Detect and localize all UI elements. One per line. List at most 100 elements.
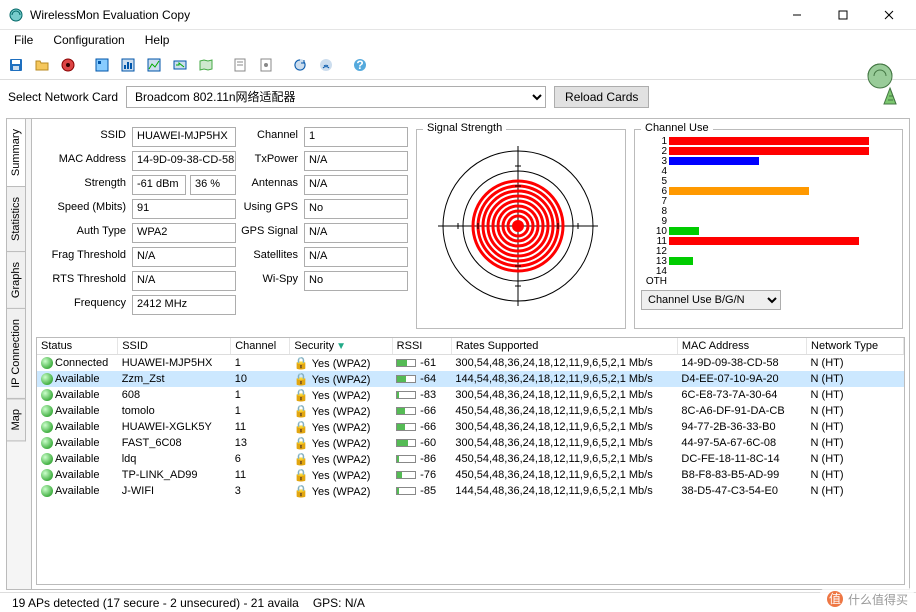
titlebar: WirelessMon Evaluation Copy [0,0,916,30]
summary-icon[interactable] [90,53,114,77]
table-cell: -64 [392,371,451,387]
ap-list-table[interactable]: StatusSSIDChannelSecurity▼RSSIRates Supp… [36,337,905,585]
connection-info: SSID HUAWEI-MJP5HX Channel 1 MAC Address… [38,123,408,333]
table-cell: 44-97-5A-67-6C-08 [677,435,806,451]
sat-value: N/A [304,247,408,267]
record-icon[interactable] [56,53,80,77]
table-row[interactable]: AvailableZzm_Zst10🔒 Yes (WPA2)-64144,54,… [37,371,904,387]
table-cell: N (HT) [807,467,904,483]
table-row[interactable]: AvailableTP-LINK_AD9911🔒 Yes (WPA2)-7645… [37,467,904,483]
svg-text:值: 值 [829,591,841,606]
tab-graphs[interactable]: Graphs [7,251,26,309]
tab-map[interactable]: Map [7,398,26,441]
channel-bar-row: 8 [641,206,896,216]
graph-icon[interactable] [142,53,166,77]
save-icon[interactable] [4,53,28,77]
table-row[interactable]: Available6081🔒 Yes (WPA2)-83300,54,48,36… [37,387,904,403]
table-cell: -60 [392,435,451,451]
table-cell: 450,54,48,36,24,18,12,11,9,6,5,2,1 Mb/s [451,403,677,419]
rssi-bar-icon [396,423,416,431]
column-header[interactable]: Security▼ [290,338,392,355]
table-cell: 300,54,48,36,24,18,12,11,9,6,5,2,1 Mb/s [451,435,677,451]
channel-use-group: Channel Use 1234567891011121314OTH Chann… [634,129,903,329]
tab-ip-connection[interactable]: IP Connection [7,308,26,399]
menu-file[interactable]: File [4,31,43,49]
lock-icon: 🔒 [294,372,309,386]
menubar: File Configuration Help [0,30,916,50]
channel-value: 1 [304,127,408,147]
options-icon[interactable] [254,53,278,77]
table-cell: -85 [392,483,451,499]
column-header[interactable]: SSID [118,338,231,355]
ip-icon[interactable] [168,53,192,77]
table-cell: N (HT) [807,355,904,372]
table-cell: 144,54,48,36,24,18,12,11,9,6,5,2,1 Mb/s [451,483,677,499]
maximize-button[interactable] [820,0,866,30]
table-cell: N (HT) [807,403,904,419]
menu-configuration[interactable]: Configuration [43,31,134,49]
column-header[interactable]: MAC Address [677,338,806,355]
table-cell: Available [37,371,118,387]
tab-statistics[interactable]: Statistics [7,186,26,252]
txpower-value: N/A [304,151,408,171]
signal-strength-group: Signal Strength [416,129,626,329]
table-row[interactable]: AvailableJ-WIFI3🔒 Yes (WPA2)-85144,54,48… [37,483,904,499]
table-cell: Available [37,419,118,435]
table-cell: Available [37,435,118,451]
gps-value: No [304,199,408,219]
network-card-select[interactable]: Broadcom 802.11n网络适配器 [126,86,546,108]
channel-use-select[interactable]: Channel Use B/G/N [641,290,781,310]
column-header[interactable]: Network Type [807,338,904,355]
table-cell: -86 [392,451,451,467]
log-icon[interactable] [228,53,252,77]
status-dot-icon [41,453,53,465]
summary-panel: SSID HUAWEI-MJP5HX Channel 1 MAC Address… [31,119,909,589]
channel-bar [669,147,869,155]
table-row[interactable]: AvailableFAST_6C0813🔒 Yes (WPA2)-60300,5… [37,435,904,451]
menu-help[interactable]: Help [135,31,180,49]
status-dot-icon [41,389,53,401]
refresh-icon[interactable] [288,53,312,77]
stats-icon[interactable] [116,53,140,77]
connect-icon[interactable] [314,53,338,77]
help-icon[interactable]: ? [348,53,372,77]
channel-bar-row: 13 [641,256,896,266]
table-cell: 🔒 Yes (WPA2) [290,419,392,435]
table-cell: 144,54,48,36,24,18,12,11,9,6,5,2,1 Mb/s [451,371,677,387]
table-cell: Available [37,467,118,483]
table-cell: 🔒 Yes (WPA2) [290,451,392,467]
lock-icon: 🔒 [294,436,309,450]
network-card-row: Select Network Card Broadcom 802.11n网络适配… [0,80,916,114]
status-dot-icon [41,421,53,433]
side-tabs: Summary Statistics Graphs IP Connection … [7,119,31,589]
table-cell: HUAWEI-MJP5HX [118,355,231,372]
open-icon[interactable] [30,53,54,77]
status-dot-icon [41,405,53,417]
minimize-button[interactable] [774,0,820,30]
table-row[interactable]: ConnectedHUAWEI-MJP5HX1🔒 Yes (WPA2)-6130… [37,355,904,372]
channel-bar-row: 11 [641,236,896,246]
table-row[interactable]: Availabletomolo1🔒 Yes (WPA2)-66450,54,48… [37,403,904,419]
channel-use-chart: 1234567891011121314OTH [641,136,896,286]
column-header[interactable]: RSSI [392,338,451,355]
app-logo-icon [860,58,908,106]
channel-bar-row: 1 [641,136,896,146]
column-header[interactable]: Status [37,338,118,355]
channel-bar-row: 7 [641,196,896,206]
tab-summary[interactable]: Summary [7,118,26,187]
wispy-label: Wi-Spy [240,271,300,291]
channel-bar [669,257,693,265]
reload-cards-button[interactable]: Reload Cards [554,86,649,108]
table-row[interactable]: AvailableHUAWEI-XGLK5Y11🔒 Yes (WPA2)-663… [37,419,904,435]
status-bar: 19 APs detected (17 secure - 2 unsecured… [0,592,916,612]
map-icon[interactable] [194,53,218,77]
lock-icon: 🔒 [294,452,309,466]
close-button[interactable] [866,0,912,30]
table-cell: 94-77-2B-36-33-B0 [677,419,806,435]
channel-label: OTH [641,276,669,287]
table-row[interactable]: Availableldq6🔒 Yes (WPA2)-86450,54,48,36… [37,451,904,467]
table-cell: 1 [231,387,290,403]
table-cell: HUAWEI-XGLK5Y [118,419,231,435]
column-header[interactable]: Channel [231,338,290,355]
column-header[interactable]: Rates Supported [451,338,677,355]
